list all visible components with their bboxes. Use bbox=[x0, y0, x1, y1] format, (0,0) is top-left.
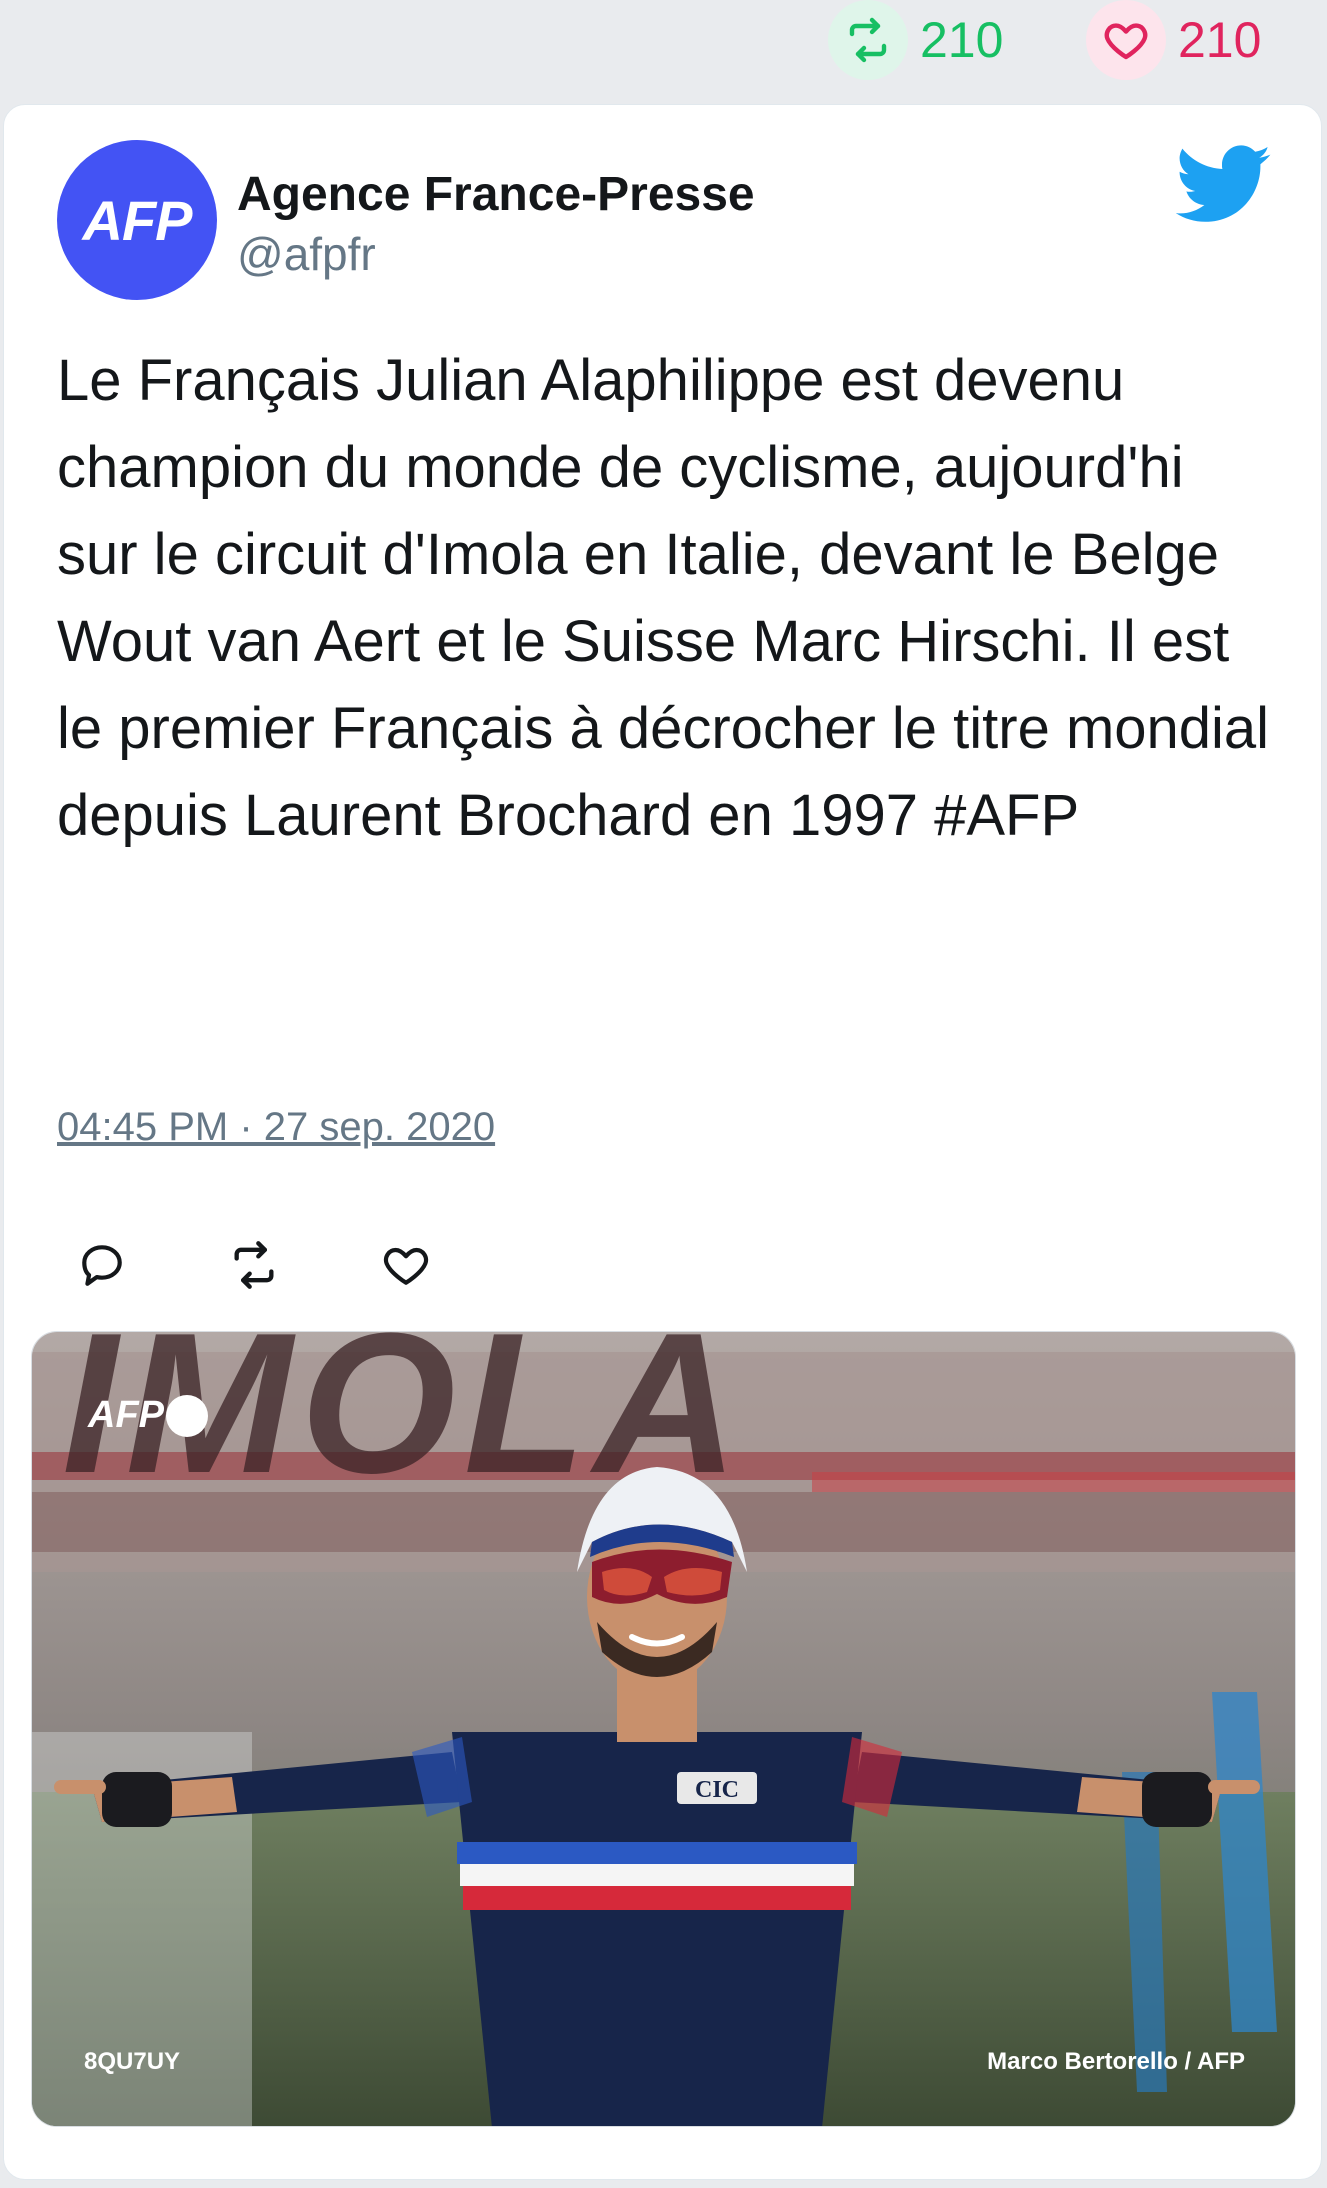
tweet-card: AFP Agence France-Presse @afpfr Le Franç… bbox=[3, 104, 1322, 2180]
like-button[interactable] bbox=[361, 1225, 451, 1305]
tweet-text: Le Français Julian Alaphilippe est deven… bbox=[57, 348, 1270, 848]
retweet-icon bbox=[234, 1241, 274, 1289]
retweet-button[interactable] bbox=[209, 1225, 299, 1305]
like-stat[interactable]: 210 bbox=[1086, 0, 1261, 80]
photo-watermark: AFP bbox=[88, 1394, 208, 1437]
heart-icon[interactable] bbox=[1086, 0, 1166, 80]
reply-button[interactable] bbox=[57, 1225, 147, 1305]
photo-watermark-text: AFP bbox=[88, 1394, 164, 1436]
retweet-stat[interactable]: 210 bbox=[828, 0, 1003, 80]
heart-icon bbox=[383, 1247, 429, 1285]
jersey-sponsor-text: CIC bbox=[695, 1777, 739, 1803]
twitter-bird-icon[interactable] bbox=[1175, 145, 1272, 225]
like-count: 210 bbox=[1178, 12, 1262, 68]
photo-code: 8QU7UY bbox=[84, 2048, 181, 2075]
tweet-actions bbox=[57, 1225, 457, 1305]
avatar[interactable]: AFP bbox=[57, 140, 217, 300]
tweet-timestamp[interactable]: 04:45 PM · 27 sep. 2020 bbox=[57, 1105, 495, 1150]
reply-icon bbox=[82, 1245, 122, 1286]
retweet-count: 210 bbox=[920, 12, 1004, 68]
retweet-icon[interactable] bbox=[828, 0, 908, 80]
tweet-photo[interactable]: IMOLA CIC AFP 8QU7UY Marco Bertorello / … bbox=[31, 1331, 1296, 2127]
photo-credit: Marco Bertorello / AFP bbox=[987, 2048, 1245, 2075]
engagement-bar: 210 210 bbox=[0, 0, 1327, 86]
photo-watermark-dot bbox=[166, 1394, 208, 1437]
author-name[interactable]: Agence France-Presse bbox=[237, 167, 755, 222]
author-handle[interactable]: @afpfr bbox=[237, 227, 376, 281]
avatar-logo-text: AFP bbox=[82, 188, 193, 252]
